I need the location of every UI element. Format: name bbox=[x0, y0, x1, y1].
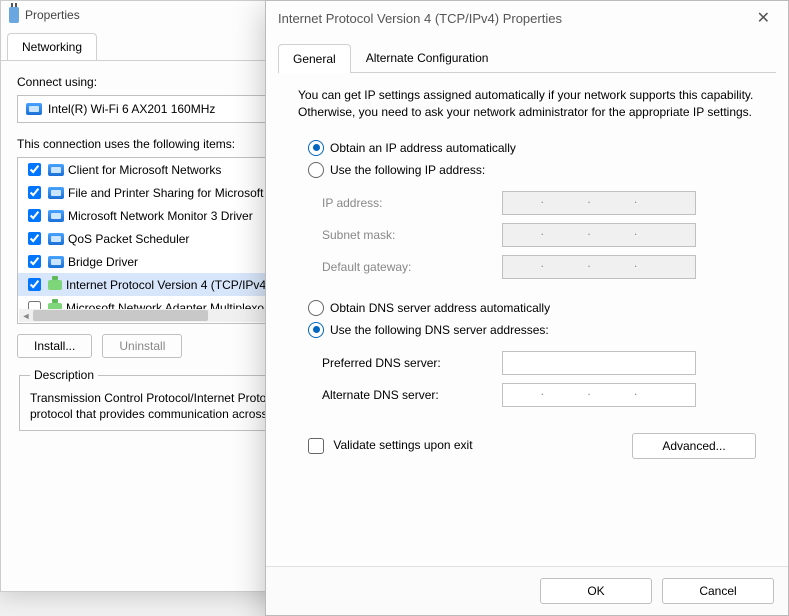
scroll-left-arrow[interactable]: ◄ bbox=[19, 309, 33, 322]
item-checkbox[interactable] bbox=[28, 278, 41, 291]
radio-icon bbox=[308, 162, 324, 178]
radio-label: Use the following IP address: bbox=[330, 163, 485, 177]
nic-icon bbox=[48, 187, 64, 199]
item-checkbox[interactable] bbox=[28, 186, 41, 199]
item-label: QoS Packet Scheduler bbox=[68, 232, 189, 246]
nic-icon bbox=[48, 164, 64, 176]
checkbox-icon bbox=[308, 438, 324, 454]
tab-alternate-configuration[interactable]: Alternate Configuration bbox=[351, 43, 504, 72]
alternate-dns-label: Alternate DNS server: bbox=[322, 388, 502, 402]
radio-ip-manual[interactable]: Use the following IP address: bbox=[308, 159, 756, 181]
ip-address-input: . . . bbox=[502, 191, 696, 215]
cancel-button[interactable]: Cancel bbox=[662, 578, 774, 604]
item-checkbox[interactable] bbox=[28, 301, 41, 309]
scroll-thumb[interactable] bbox=[33, 310, 208, 321]
radio-icon bbox=[308, 322, 324, 338]
item-checkbox[interactable] bbox=[28, 232, 41, 245]
default-gateway-label: Default gateway: bbox=[322, 260, 502, 274]
radio-label: Obtain DNS server address automatically bbox=[330, 301, 550, 315]
item-checkbox[interactable] bbox=[28, 209, 41, 222]
item-label: Internet Protocol Version 4 (TCP/IPv4) bbox=[66, 278, 270, 292]
nic-icon bbox=[26, 103, 42, 115]
tab-strip: General Alternate Configuration bbox=[278, 43, 776, 73]
install-button[interactable]: Install... bbox=[17, 334, 92, 358]
radio-dns-auto[interactable]: Obtain DNS server address automatically bbox=[308, 297, 756, 319]
item-label: Microsoft Network Monitor 3 Driver bbox=[68, 209, 253, 223]
validate-label: Validate settings upon exit bbox=[333, 438, 472, 452]
radio-ip-auto[interactable]: Obtain an IP address automatically bbox=[308, 137, 756, 159]
item-label: Client for Microsoft Networks bbox=[68, 163, 221, 177]
preferred-dns-label: Preferred DNS server: bbox=[322, 356, 502, 370]
tab-networking[interactable]: Networking bbox=[7, 33, 97, 60]
item-label: Bridge Driver bbox=[68, 255, 138, 269]
radio-icon bbox=[308, 140, 324, 156]
close-icon[interactable]: ✕ bbox=[751, 6, 776, 30]
tab-general[interactable]: General bbox=[278, 44, 351, 73]
radio-icon bbox=[308, 300, 324, 316]
radio-dns-manual[interactable]: Use the following DNS server addresses: bbox=[308, 319, 756, 341]
radio-label: Use the following DNS server addresses: bbox=[330, 323, 549, 337]
dialog-title: Internet Protocol Version 4 (TCP/IPv4) P… bbox=[278, 11, 562, 26]
adapter-name: Intel(R) Wi-Fi 6 AX201 160MHz bbox=[48, 102, 215, 116]
radio-label: Obtain an IP address automatically bbox=[330, 141, 516, 155]
description-legend: Description bbox=[30, 368, 98, 382]
alternate-dns-input[interactable]: . . . bbox=[502, 383, 696, 407]
plug-icon bbox=[9, 7, 19, 23]
nic-icon bbox=[48, 256, 64, 268]
ip-address-label: IP address: bbox=[322, 196, 502, 210]
subnet-mask-label: Subnet mask: bbox=[322, 228, 502, 242]
validate-checkbox-row[interactable]: Validate settings upon exit bbox=[308, 438, 473, 454]
protocol-icon bbox=[48, 280, 62, 290]
ipv4-properties-window: Internet Protocol Version 4 (TCP/IPv4) P… bbox=[265, 0, 789, 616]
nic-icon bbox=[48, 233, 64, 245]
subnet-mask-input: . . . bbox=[502, 223, 696, 247]
item-checkbox[interactable] bbox=[28, 255, 41, 268]
default-gateway-input: . . . bbox=[502, 255, 696, 279]
item-checkbox[interactable] bbox=[28, 163, 41, 176]
ok-button[interactable]: OK bbox=[540, 578, 652, 604]
window-title: Properties bbox=[25, 8, 80, 22]
uninstall-button[interactable]: Uninstall bbox=[102, 334, 182, 358]
nic-icon bbox=[48, 210, 64, 222]
info-text: You can get IP settings assigned automat… bbox=[298, 87, 756, 121]
preferred-dns-input[interactable] bbox=[502, 351, 696, 375]
advanced-button[interactable]: Advanced... bbox=[632, 433, 756, 459]
